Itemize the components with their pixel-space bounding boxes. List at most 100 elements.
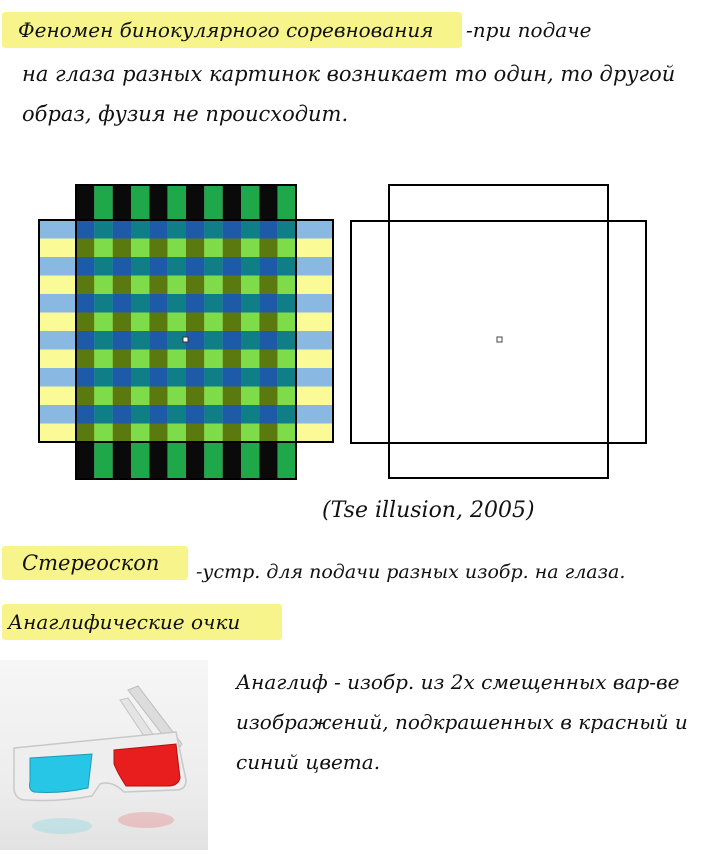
anaglyph-glasses-photo bbox=[0, 660, 208, 850]
overlap-cell bbox=[94, 349, 113, 368]
overlap-cell bbox=[149, 405, 168, 424]
vertical-stripe-top bbox=[167, 185, 186, 220]
overlap-cell bbox=[222, 294, 241, 313]
overlap-cell bbox=[94, 423, 113, 442]
overlap-cell bbox=[241, 349, 260, 368]
overlap-cell bbox=[222, 238, 241, 257]
overlap-cell bbox=[259, 275, 278, 294]
overlap-cell bbox=[76, 368, 95, 387]
stereoscope-definition: -устр. для подачи разных изобр. на глаза… bbox=[196, 561, 626, 583]
overlap-cell bbox=[241, 312, 260, 331]
overlap-cell bbox=[131, 349, 150, 368]
overlap-cell bbox=[204, 386, 223, 405]
vertical-stripe-top bbox=[186, 185, 205, 220]
overlap-cell bbox=[76, 275, 95, 294]
overlap-cell bbox=[112, 220, 131, 239]
vertical-stripe-bottom bbox=[167, 442, 186, 479]
overlap-cell bbox=[277, 349, 296, 368]
overlap-cell bbox=[241, 331, 260, 350]
overlap-cell bbox=[259, 331, 278, 350]
overlap-cell bbox=[112, 349, 131, 368]
note-line2: на глаза разных картинок возникает то од… bbox=[22, 62, 676, 86]
overlap-cell bbox=[76, 349, 95, 368]
overlap-cell bbox=[241, 238, 260, 257]
overlap-cell bbox=[277, 275, 296, 294]
overlap-cell bbox=[241, 423, 260, 442]
vertical-stripe-top bbox=[222, 185, 241, 220]
overlap-cell bbox=[131, 275, 150, 294]
pattern-fixation-point bbox=[182, 336, 189, 343]
vertical-stripe-bottom bbox=[186, 442, 205, 479]
overlap-cell bbox=[186, 220, 205, 239]
overlap-cell bbox=[204, 331, 223, 350]
overlap-cell bbox=[112, 275, 131, 294]
overlap-cell bbox=[76, 312, 95, 331]
overlap-cell bbox=[186, 349, 205, 368]
overlap-cell bbox=[277, 257, 296, 276]
overlap-cell bbox=[222, 331, 241, 350]
anaglyph-definition-line1: Анаглиф - изобр. из 2х смещенных вар-ве bbox=[236, 670, 680, 694]
overlap-cell bbox=[186, 423, 205, 442]
overlap-cell bbox=[76, 386, 95, 405]
overlap-cell bbox=[131, 368, 150, 387]
overlap-cell bbox=[222, 349, 241, 368]
overlap-cell bbox=[204, 257, 223, 276]
glasses-illustration bbox=[13, 685, 187, 834]
overlap-cell bbox=[94, 257, 113, 276]
overlap-cell bbox=[167, 238, 186, 257]
overlap-cell bbox=[149, 220, 168, 239]
vertical-stripe-bottom bbox=[76, 442, 95, 479]
anaglyph-definition-line2: изображений, подкрашенных в красный и bbox=[236, 710, 688, 734]
overlap-cell bbox=[259, 423, 278, 442]
overlap-cell bbox=[277, 423, 296, 442]
outline-vertical-square bbox=[388, 184, 609, 479]
overlap-cell bbox=[241, 257, 260, 276]
overlap-cell bbox=[94, 275, 113, 294]
overlap-cell bbox=[241, 275, 260, 294]
overlap-cell bbox=[112, 257, 131, 276]
overlap-cell bbox=[131, 405, 150, 424]
vertical-stripe-bottom bbox=[241, 442, 260, 479]
overlap-cell bbox=[259, 386, 278, 405]
overlap-cell bbox=[112, 368, 131, 387]
red-lens bbox=[113, 743, 181, 787]
overlap-cell bbox=[112, 423, 131, 442]
overlap-cell bbox=[222, 275, 241, 294]
vertical-stripe-bottom bbox=[277, 442, 296, 479]
overlap-cell bbox=[186, 312, 205, 331]
overlap-cell bbox=[277, 312, 296, 331]
overlap-cell bbox=[241, 405, 260, 424]
overlap-cell bbox=[149, 349, 168, 368]
overlap-cell bbox=[167, 423, 186, 442]
overlap-cell bbox=[94, 312, 113, 331]
vertical-stripe-top bbox=[204, 185, 223, 220]
fixation-point bbox=[496, 336, 503, 343]
vertical-stripe-bottom bbox=[112, 442, 131, 479]
overlap-cell bbox=[149, 294, 168, 313]
anaglyph-heading: Анаглифические очки bbox=[8, 610, 241, 634]
overlap-cell bbox=[149, 423, 168, 442]
vertical-stripe-top bbox=[94, 185, 113, 220]
overlap-cell bbox=[222, 405, 241, 424]
cyan-lens bbox=[29, 753, 93, 793]
overlap-cell bbox=[167, 257, 186, 276]
note-heading-binocular-rivalry: Феномен бинокулярного соревнования bbox=[18, 18, 434, 42]
overlap-cell bbox=[259, 294, 278, 313]
overlap-cell bbox=[277, 220, 296, 239]
overlap-cell bbox=[204, 368, 223, 387]
vertical-stripe-bottom bbox=[131, 442, 150, 479]
overlap-cell bbox=[277, 331, 296, 350]
overlap-cell bbox=[204, 238, 223, 257]
vertical-stripe-bottom bbox=[94, 442, 113, 479]
overlap-cell bbox=[277, 405, 296, 424]
overlap-cell bbox=[186, 368, 205, 387]
overlap-cell bbox=[131, 423, 150, 442]
overlap-cell bbox=[149, 331, 168, 350]
vertical-stripe-bottom bbox=[259, 442, 278, 479]
overlap-cell bbox=[131, 294, 150, 313]
overlap-cell bbox=[259, 312, 278, 331]
note-line3: образ, фузия не происходит. bbox=[22, 102, 349, 126]
vertical-stripe-top bbox=[277, 185, 296, 220]
overlap-cell bbox=[149, 386, 168, 405]
overlap-cell bbox=[186, 257, 205, 276]
